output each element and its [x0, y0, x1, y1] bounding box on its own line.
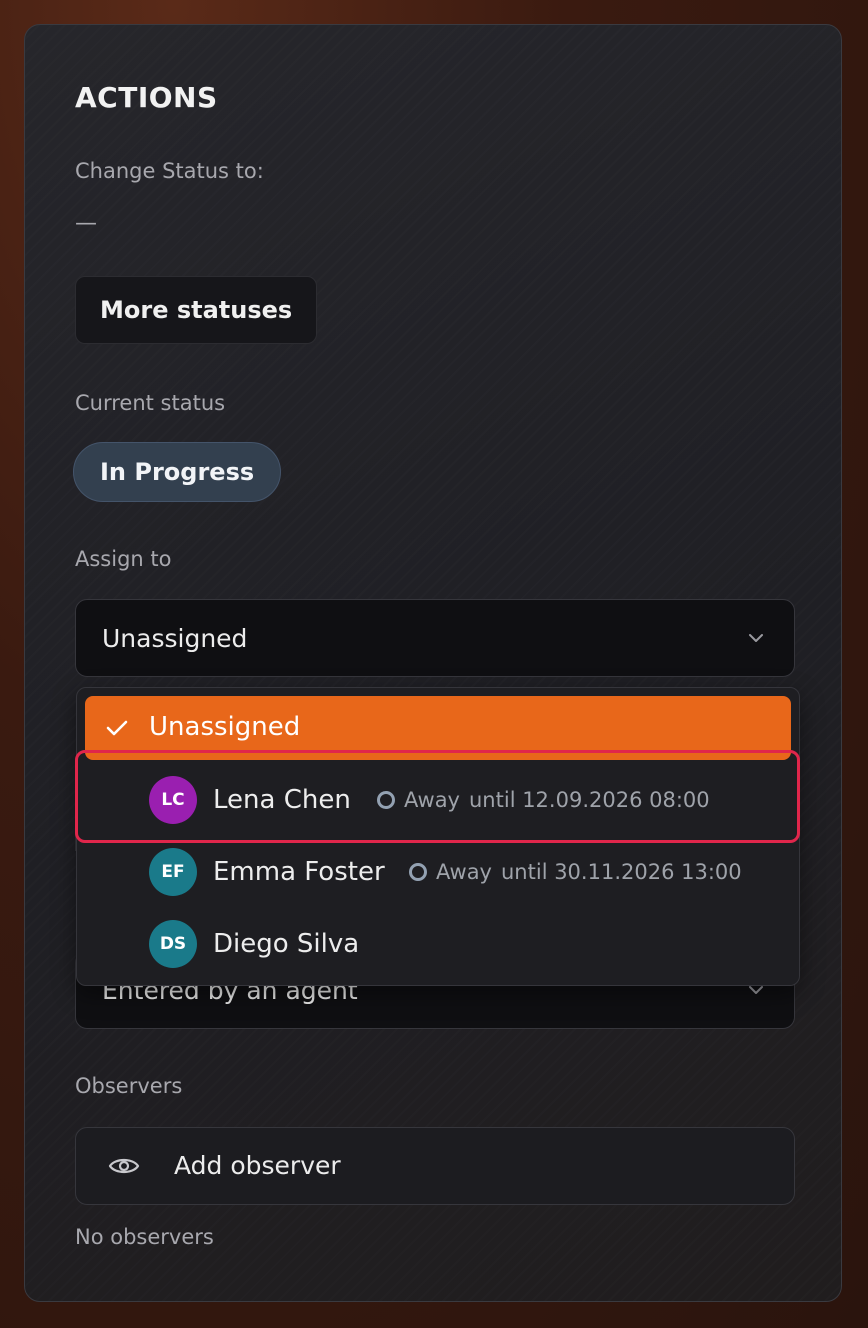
- change-status-value: —: [75, 211, 97, 236]
- no-observers-text: No observers: [75, 1225, 214, 1249]
- avatar: DS: [149, 920, 197, 968]
- actions-panel: ACTIONS Change Status to: — More statuse…: [24, 24, 842, 1302]
- observers-label: Observers: [75, 1074, 183, 1098]
- add-observer-button[interactable]: Add observer: [75, 1127, 795, 1205]
- actions-heading: ACTIONS: [75, 81, 218, 114]
- away-status-word: Away: [436, 860, 492, 884]
- option-name: Diego Silva: [213, 929, 360, 959]
- avatar: EF: [149, 848, 197, 896]
- more-statuses-button[interactable]: More statuses: [75, 276, 318, 344]
- current-status-badge: In Progress: [73, 442, 282, 502]
- assign-to-value: Unassigned: [102, 623, 248, 653]
- away-until-text: until 12.09.2026 08:00: [469, 788, 710, 812]
- away-until-text: until 30.11.2026 13:00: [501, 860, 742, 884]
- check-icon: [106, 720, 128, 736]
- chevron-down-icon: [749, 634, 763, 642]
- option-unassigned[interactable]: Unassigned: [85, 696, 791, 760]
- change-status-label: Change Status to:: [75, 159, 264, 183]
- away-status-word: Away: [404, 788, 460, 812]
- away-status-icon: [377, 791, 395, 809]
- add-observer-label: Add observer: [174, 1151, 341, 1180]
- option-emma-foster[interactable]: EF Emma Foster Away until 30.11.2026 13:…: [85, 840, 791, 904]
- eye-icon: [108, 1158, 140, 1174]
- option-label: Unassigned: [149, 712, 301, 742]
- away-status-icon: [409, 863, 427, 881]
- option-lena-chen[interactable]: LC Lena Chen Away until 12.09.2026 08:00: [85, 768, 791, 832]
- option-name: Emma Foster: [213, 857, 385, 887]
- assign-to-select[interactable]: Unassigned: [75, 599, 795, 677]
- assign-to-label: Assign to: [75, 547, 172, 571]
- option-name: Lena Chen: [213, 785, 351, 815]
- current-status-label: Current status: [75, 391, 226, 415]
- avatar: LC: [149, 776, 197, 824]
- away-status: Away until 12.09.2026 08:00: [377, 788, 710, 812]
- option-diego-silva[interactable]: DS Diego Silva: [85, 912, 791, 976]
- assign-dropdown-menu: Unassigned LC Lena Chen Away until 12.09…: [76, 687, 800, 986]
- away-status: Away until 30.11.2026 13:00: [409, 860, 742, 884]
